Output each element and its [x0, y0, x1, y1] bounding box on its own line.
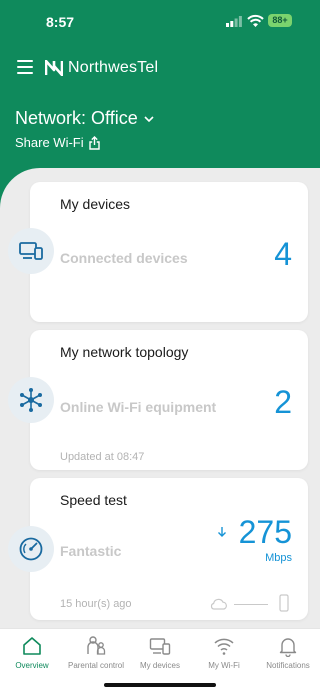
battery-indicator: 88+ — [268, 14, 292, 27]
speed-unit: Mbps — [265, 552, 292, 564]
bell-icon — [279, 638, 297, 657]
wifi-status-icon — [247, 14, 264, 27]
speed-test-card[interactable]: Speed test Fantastic 275 Mbps 15 hour(s)… — [30, 478, 308, 620]
network-topology-card[interactable]: My network topology Online Wi-Fi equipme… — [30, 330, 308, 470]
wifi-icon — [214, 638, 234, 655]
nav-label: My devices — [139, 661, 180, 670]
speedometer-icon — [19, 537, 43, 561]
phone-icon — [279, 594, 289, 612]
cloud-icon — [210, 598, 227, 610]
northwestel-logo-icon — [45, 60, 63, 76]
online-equipment-count: 2 — [274, 384, 292, 420]
devices-icon — [149, 638, 171, 655]
devices-icon-badge — [8, 228, 54, 274]
cellular-signal-icon — [226, 16, 242, 27]
speed-icon-badge — [8, 526, 54, 572]
card-description: Online Wi-Fi equipment — [60, 399, 217, 415]
share-wifi-label: Share Wi-Fi — [15, 135, 84, 150]
nav-label: Overview — [15, 661, 49, 670]
nav-label: My Wi-Fi — [208, 661, 240, 670]
connection-line — [234, 604, 268, 605]
speed-rating: Fantastic — [60, 543, 122, 559]
status-time: 8:57 — [46, 14, 75, 30]
network-title: Network: Office — [15, 108, 138, 128]
status-bar: 8:57 88+ — [0, 12, 320, 32]
share-wifi-button[interactable]: Share Wi-Fi — [15, 135, 100, 150]
brand-name: NorthwesTel — [68, 59, 159, 76]
card-title: My network topology — [60, 344, 189, 360]
nav-overview[interactable]: Overview — [0, 629, 64, 693]
my-devices-card[interactable]: My devices Connected devices 4 — [30, 182, 308, 322]
connected-devices-count: 4 — [274, 236, 292, 272]
chevron-down-icon — [144, 115, 154, 122]
updated-time: Updated at 08:47 — [60, 451, 145, 463]
nav-notifications[interactable]: Notifications — [256, 629, 320, 693]
devices-icon — [19, 242, 43, 260]
download-speed-value: 275 — [238, 514, 292, 550]
nav-label: Notifications — [266, 661, 310, 670]
network-selector[interactable]: Network: Office — [15, 108, 154, 129]
home-icon — [23, 637, 41, 655]
family-icon — [87, 636, 106, 655]
home-indicator — [104, 683, 216, 687]
network-topology-icon — [20, 388, 42, 412]
share-icon — [88, 135, 100, 150]
card-title: Speed test — [60, 492, 127, 508]
menu-icon[interactable] — [17, 60, 33, 74]
card-description: Connected devices — [60, 250, 188, 266]
download-arrow-icon — [218, 527, 226, 537]
card-title: My devices — [60, 196, 131, 212]
brand-logo: NorthwesTel — [45, 57, 158, 79]
last-test-time: 15 hour(s) ago — [60, 598, 132, 610]
topology-icon-badge — [8, 377, 54, 423]
nav-label: Parental control — [67, 661, 125, 670]
